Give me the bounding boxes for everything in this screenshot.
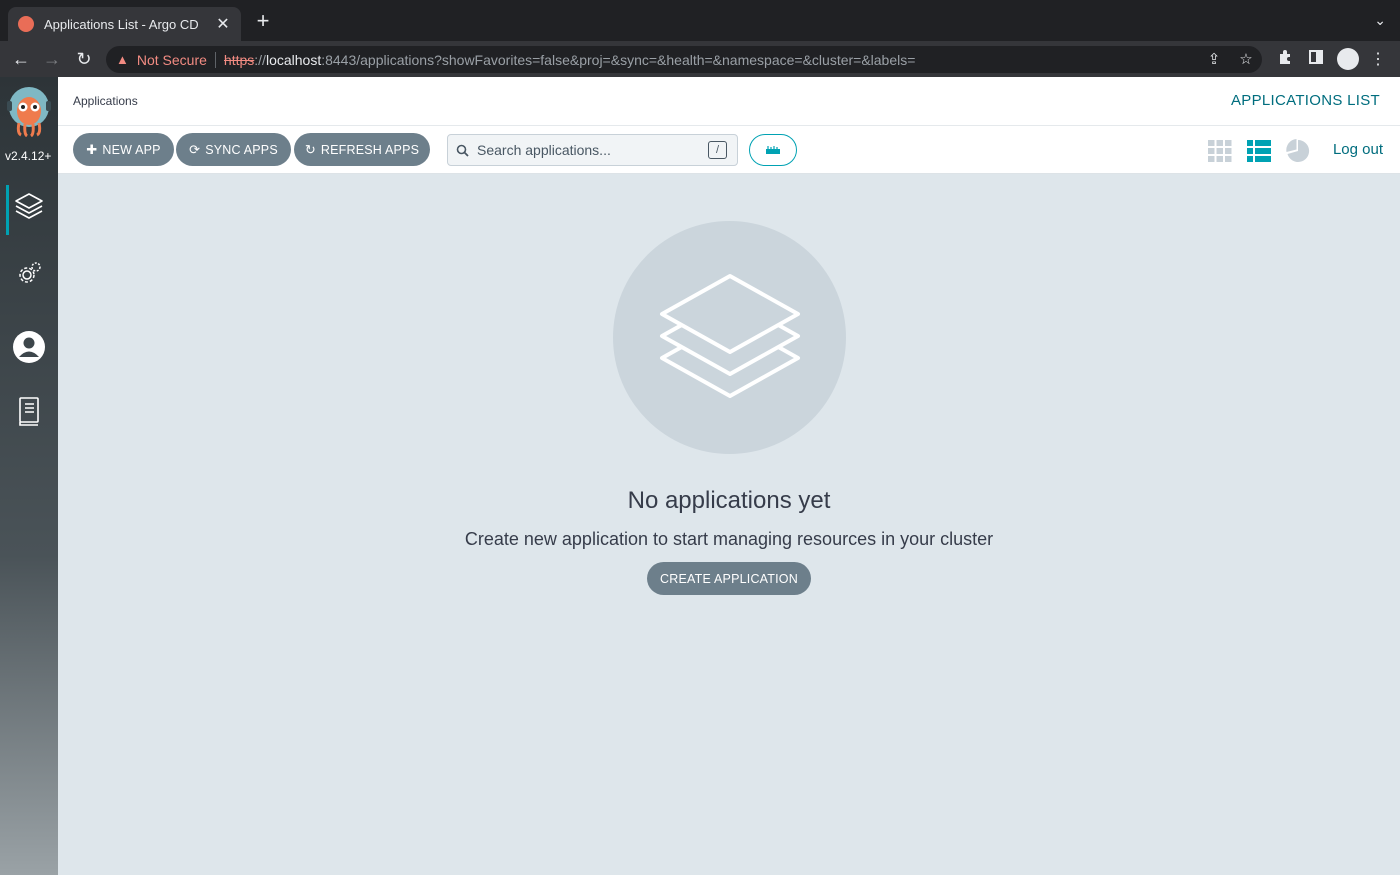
version-label: v2.4.12+ bbox=[5, 149, 52, 163]
search-shortcut-hint: / bbox=[708, 141, 727, 159]
warning-triangle-icon: ▲ bbox=[116, 52, 129, 67]
new-app-button[interactable]: ✚ NEW APP bbox=[73, 133, 174, 166]
argo-favicon-icon bbox=[18, 16, 34, 32]
reload-icon[interactable]: ↻ bbox=[72, 47, 96, 71]
browser-tab[interactable]: Applications List - Argo CD ✕ bbox=[8, 7, 241, 41]
book-icon bbox=[19, 397, 39, 426]
url-path: :8443/applications?showFavorites=false&p… bbox=[321, 51, 916, 68]
sync-icon: ⟳ bbox=[189, 141, 201, 157]
refresh-apps-label: REFRESH APPS bbox=[320, 142, 420, 157]
search-box[interactable]: / bbox=[447, 134, 738, 166]
top-bar: Applications APPLICATIONS LIST bbox=[58, 77, 1400, 126]
empty-state-subtitle: Create new application to start managing… bbox=[464, 529, 994, 549]
sync-apps-label: SYNC APPS bbox=[205, 142, 278, 157]
search-input[interactable] bbox=[477, 142, 697, 158]
back-arrow-icon[interactable]: ← bbox=[9, 47, 33, 71]
empty-state-illustration bbox=[613, 221, 846, 454]
refresh-icon: ↻ bbox=[304, 141, 316, 157]
new-app-label: NEW APP bbox=[102, 142, 161, 157]
sidebar: v2.4.12+ bbox=[0, 77, 58, 875]
url-text: https://localhost:8443/applications?show… bbox=[224, 52, 916, 68]
profile-avatar-icon[interactable] bbox=[1337, 48, 1359, 70]
create-application-button[interactable]: CREATE APPLICATION bbox=[647, 562, 811, 595]
page-title: APPLICATIONS LIST bbox=[1230, 92, 1380, 109]
list-view-icon[interactable] bbox=[1247, 139, 1271, 163]
omnibox-divider bbox=[214, 51, 216, 68]
gears-icon bbox=[19, 262, 41, 283]
sidebar-item-applications[interactable] bbox=[0, 181, 58, 235]
sidebar-item-documentation[interactable] bbox=[0, 386, 58, 436]
filter-ruler-icon bbox=[766, 146, 780, 154]
tab-title: Applications List - Argo CD bbox=[44, 16, 199, 32]
url-separator: :// bbox=[254, 51, 266, 68]
plus-icon: ✚ bbox=[86, 141, 98, 157]
layers-icon bbox=[15, 193, 43, 219]
layers-large-icon bbox=[659, 273, 800, 398]
browser-toolbar: ← → ↻ ▲ Not Secure https://localhost:844… bbox=[0, 41, 1400, 77]
not-secure-label: Not Secure bbox=[136, 51, 207, 68]
breadcrumb[interactable]: Applications bbox=[73, 94, 138, 108]
browser-tab-bar: Applications List - Argo CD ✕ + ⌄ bbox=[0, 0, 1400, 41]
pie-chart-view-icon[interactable] bbox=[1286, 139, 1310, 163]
applications-toolbar: ✚ NEW APP ⟳ SYNC APPS ↻ REFRESH APPS / bbox=[58, 126, 1400, 174]
sidebar-item-settings[interactable] bbox=[0, 249, 58, 299]
share-icon[interactable]: ⇪ bbox=[1204, 46, 1224, 73]
tab-search-chevron-icon[interactable]: ⌄ bbox=[1374, 12, 1386, 29]
refresh-apps-button[interactable]: ↻ REFRESH APPS bbox=[294, 133, 430, 166]
browser-menu-icon[interactable]: ⋮ bbox=[1367, 49, 1389, 71]
tiles-view-icon[interactable] bbox=[1208, 139, 1232, 163]
forward-arrow-icon[interactable]: → bbox=[40, 47, 64, 71]
sync-apps-button[interactable]: ⟳ SYNC APPS bbox=[176, 133, 291, 166]
filters-toggle-button[interactable] bbox=[749, 134, 797, 166]
new-tab-icon[interactable]: + bbox=[252, 10, 274, 32]
address-bar[interactable]: ▲ Not Secure https://localhost:8443/appl… bbox=[106, 46, 1262, 73]
sidebar-item-user-info[interactable] bbox=[0, 322, 58, 372]
argo-logo-icon[interactable] bbox=[7, 87, 51, 137]
logout-link[interactable]: Log out bbox=[1333, 141, 1383, 158]
empty-state-title: No applications yet bbox=[627, 487, 831, 514]
side-panel-icon[interactable] bbox=[1305, 49, 1327, 71]
extensions-puzzle-icon[interactable] bbox=[1274, 49, 1296, 71]
search-icon bbox=[456, 144, 469, 157]
url-host: localhost bbox=[265, 51, 322, 68]
url-scheme: https bbox=[223, 51, 255, 68]
user-circle-icon bbox=[13, 331, 45, 363]
close-tab-icon[interactable]: ✕ bbox=[215, 14, 231, 34]
bookmark-star-icon[interactable]: ☆ bbox=[1236, 46, 1256, 73]
